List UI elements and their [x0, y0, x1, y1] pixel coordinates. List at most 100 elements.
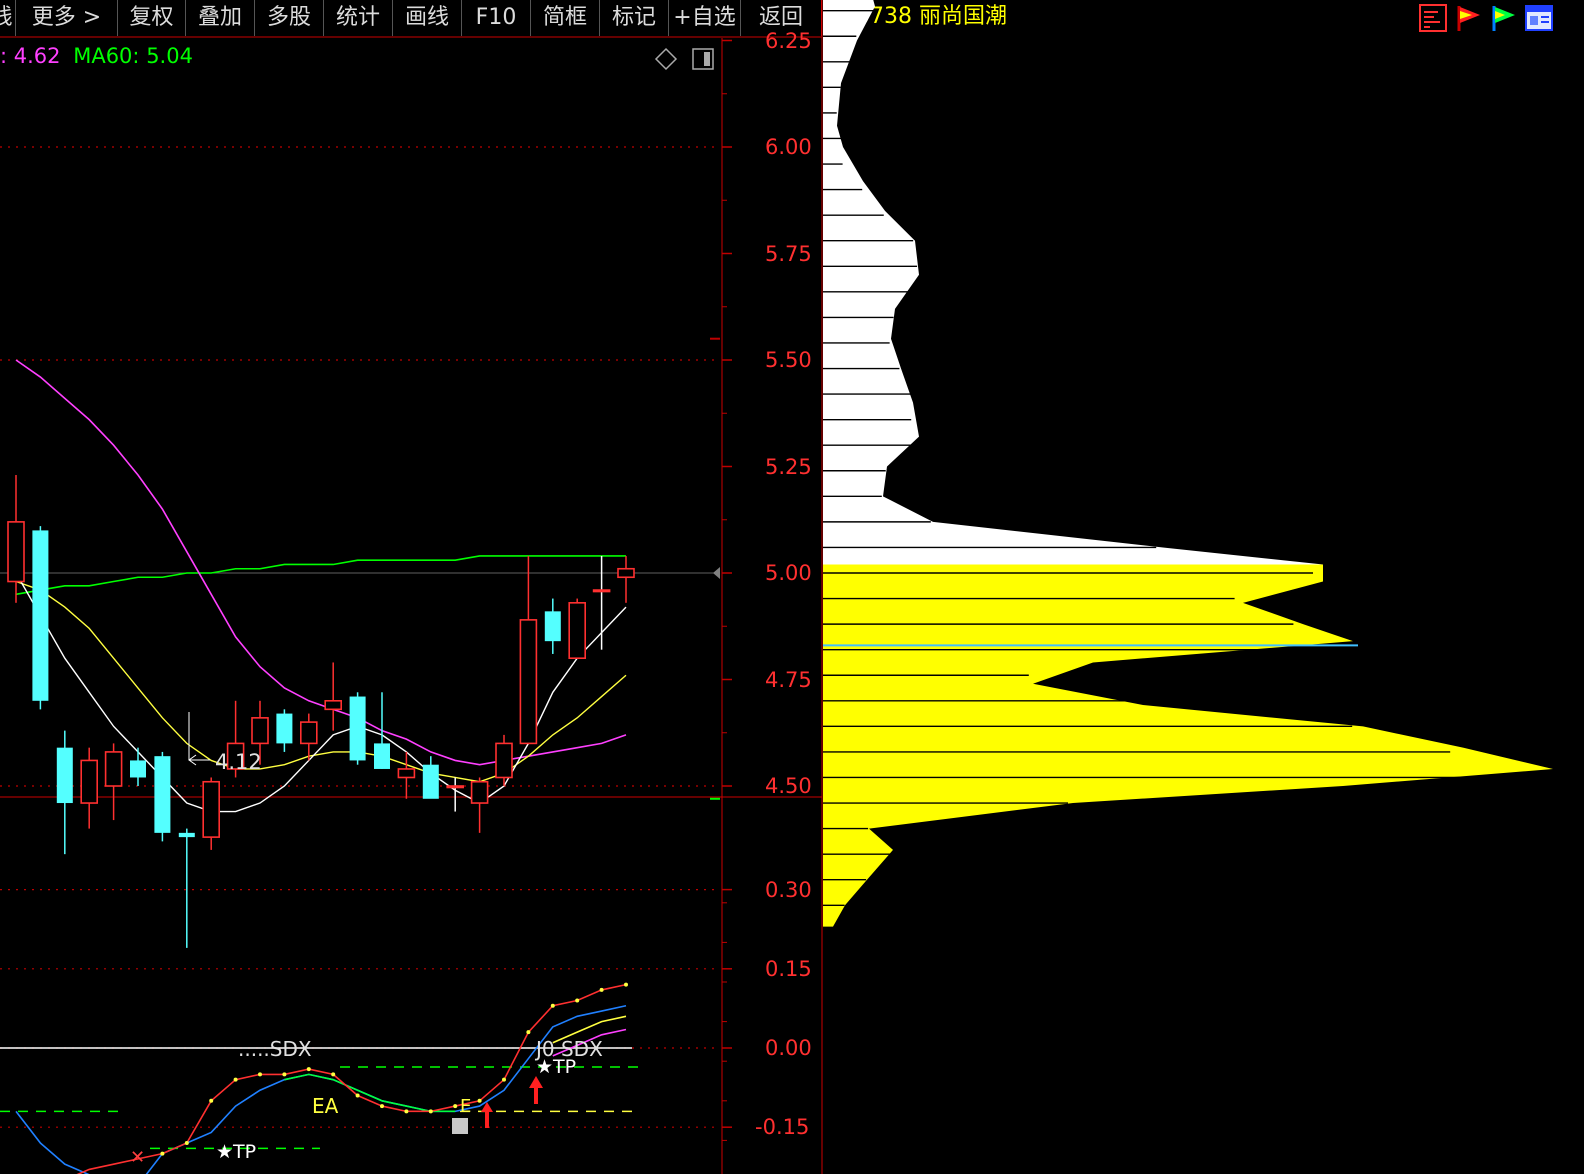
candle [568, 598, 587, 660]
indicator-grid [0, 888, 732, 1150]
toolbar-item-overlay[interactable]: 叠加 [186, 0, 255, 36]
candle [349, 692, 366, 765]
toolbar-item-statistics[interactable]: 统计 [324, 0, 393, 36]
indicator-dot [550, 1003, 555, 1008]
toolbar-item-more[interactable]: 更多 > [16, 0, 118, 36]
price-axis-label: 6.00 [765, 135, 812, 159]
low-price-marker: 4.12 [188, 712, 262, 774]
price-axis-label: 5.25 [765, 454, 812, 479]
profile-upper [823, 0, 1323, 565]
candle [299, 713, 318, 761]
indicator-magenta-line [552, 1028, 627, 1057]
chart-canvas: 4.12 .....SDX J0 SDX EA ★TP ★TP E ✕ [0, 0, 1553, 1174]
toolbar-item-line[interactable]: 线 [0, 0, 16, 36]
indicator-dot [428, 1109, 433, 1114]
candle [154, 751, 171, 842]
window-icon[interactable] [1524, 3, 1554, 33]
indicator-dot [624, 982, 628, 987]
candle [104, 743, 123, 821]
candle [7, 475, 25, 603]
toolbar-item-add-watchlist[interactable]: +自选 [669, 0, 741, 36]
toolbar-item-restore-rights[interactable]: 复权 [118, 0, 186, 36]
toolbar-item-simple-frame[interactable]: 简框 [531, 0, 600, 36]
candle-body [32, 530, 49, 701]
candle [130, 747, 146, 786]
buy-arrow-2 [481, 1102, 493, 1128]
indicator-axis-label: 0.00 [765, 1036, 812, 1060]
candle-body [299, 721, 318, 745]
indicator-dot [258, 1072, 262, 1077]
candle [80, 747, 98, 829]
chart-settings-icon[interactable] [1418, 3, 1448, 33]
candle-body [56, 747, 73, 804]
toolbar-item-multi-stock[interactable]: 多股 [255, 0, 324, 36]
buy-star-1: ✕ [130, 1147, 145, 1168]
panel-toggle-icon[interactable] [692, 48, 714, 70]
moving-averages [15, 359, 627, 813]
candle [276, 709, 293, 752]
ma60-line [15, 555, 626, 596]
candle-body [470, 780, 489, 804]
candle-body [276, 713, 293, 744]
red-flag-icon[interactable] [1454, 3, 1484, 33]
ma-prev-value: : 4.62 [0, 44, 61, 68]
indicator-dot [160, 1151, 165, 1156]
toolbar-item-f10[interactable]: F10 [462, 0, 531, 36]
diamond-icon[interactable] [654, 47, 678, 71]
ma-magenta-line [15, 359, 627, 766]
candle-body [202, 780, 220, 838]
candle-body [154, 756, 171, 833]
candle [202, 777, 220, 850]
low-price-label: 4.12 [215, 750, 262, 774]
indicator-blue-line [15, 1004, 627, 1174]
indicator-axis-label: 0.15 [765, 956, 812, 981]
toolbar: 线 更多 > 复权 叠加 多股 统计 画线 F10 简框 标记 +自选 返回 [0, 0, 822, 36]
price-axis-label: 6.25 [765, 28, 812, 53]
candle-body [374, 743, 390, 769]
ea-label: EA [312, 1094, 339, 1118]
indicator-dot [502, 1077, 506, 1082]
candle-body [104, 751, 123, 787]
candle [470, 777, 489, 833]
candle-body [544, 611, 561, 642]
indicator-dot [599, 987, 604, 992]
price-axis-label: 4.50 [765, 774, 812, 798]
indicator-green-line [284, 1073, 456, 1113]
candle [178, 828, 195, 948]
current-price-pointer [713, 567, 720, 579]
e-mark-label: E [460, 1096, 471, 1117]
indicator-dot [209, 1098, 214, 1103]
candle [544, 598, 561, 654]
candle-body [422, 764, 439, 799]
candle-body [349, 696, 366, 761]
candle [374, 692, 390, 769]
candle [251, 700, 269, 765]
candle-body [568, 602, 587, 660]
indicator-dot [233, 1077, 238, 1082]
tp-label-2: ★TP [536, 1056, 576, 1078]
candle-body [7, 521, 25, 583]
ma60-label: MA60 [73, 44, 133, 68]
candle [226, 700, 245, 778]
candle-body [130, 760, 146, 778]
indicator-dot [380, 1104, 384, 1109]
candle [617, 555, 635, 603]
candle-body [446, 785, 465, 789]
toolbar-item-mark[interactable]: 标记 [600, 0, 669, 36]
candle-body [617, 567, 635, 579]
candle [32, 526, 49, 710]
price-axis-label: 5.00 [765, 561, 812, 585]
sdx-label-right: J0 SDX [534, 1037, 603, 1061]
indicator-dot [575, 998, 580, 1003]
candle [422, 756, 439, 799]
toolbar-item-draw-line[interactable]: 画线 [393, 0, 462, 36]
indicator-axis-label: 0.30 [765, 877, 812, 902]
candle-body [178, 832, 195, 838]
green-flag-icon[interactable] [1489, 3, 1519, 33]
candle [397, 751, 416, 799]
ma-yellow-line [15, 580, 627, 783]
indicator-dot [184, 1141, 189, 1146]
buy-arrow-1 [529, 1076, 543, 1104]
signal-square [452, 1118, 468, 1134]
ma-white-line [15, 572, 627, 813]
